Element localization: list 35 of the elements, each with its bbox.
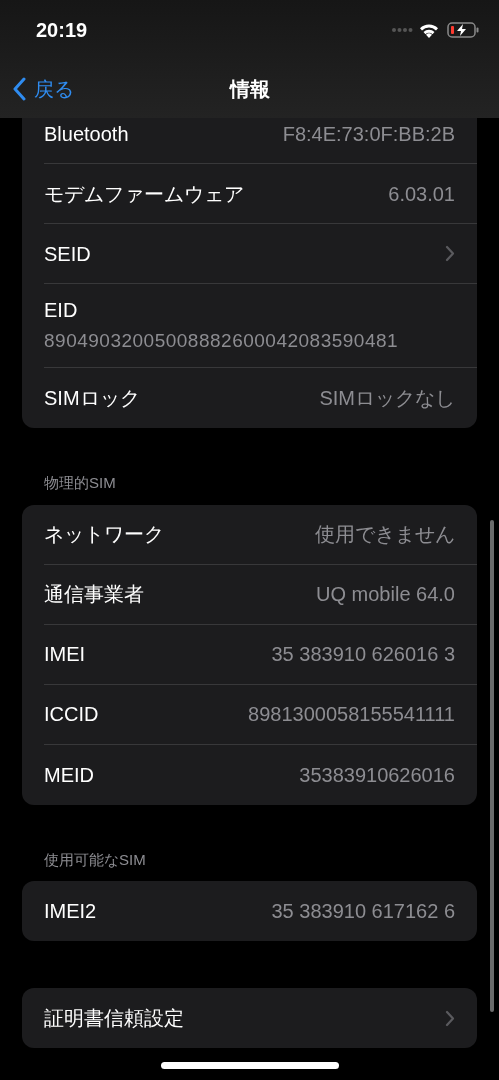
signal-icon [391,27,413,33]
row-label: MEID [44,762,94,788]
section-header: 使用可能なSIM [44,849,146,870]
row-label: Bluetooth [44,121,129,147]
back-button[interactable]: 戻る [0,74,74,104]
row-value: F8:4E:73:0F:BB:2B [282,121,455,147]
row-label: IMEI [44,642,86,667]
battery-charging-icon [447,22,479,38]
section-header: 物理的SIM [44,473,116,493]
row-value: 35383910626016 [299,762,455,788]
row-value: UQ mobile 64.0 [316,582,455,607]
nav-title: 情報 [229,77,270,102]
row-value: 6.03.01 [388,181,455,207]
wifi-icon [419,22,439,38]
row-value: 35 383910 617162 6 [271,899,455,924]
row-label: ICCID [44,702,99,727]
chevron-right-icon [445,1009,455,1027]
row-value: 35 383910 626016 3 [271,642,455,667]
row-value: SIMロックなし [319,386,455,411]
row-label: ネットワーク [44,522,164,547]
row-label: EID [44,298,79,324]
row-label: SIMロック [44,386,140,411]
settings-row[interactable]: SEID [22,224,477,284]
row-label: SEID [44,241,91,267]
chevron-left-icon [12,77,26,101]
row-label: 通信事業者 [44,582,144,607]
row-value: 8981300058155541111 [248,702,455,727]
status-time: 20:19 [36,18,88,43]
row-value: 89049032005008882600042083590481 [44,329,400,354]
row-label: モデムファームウェア [44,181,244,207]
row-label: 証明書信頼設定 [44,1006,184,1031]
settings-row[interactable]: 証明書信頼設定 [22,988,477,1048]
row-label: IMEI2 [44,899,97,924]
row-value: 使用できません [315,522,455,547]
chevron-right-icon [445,245,455,262]
